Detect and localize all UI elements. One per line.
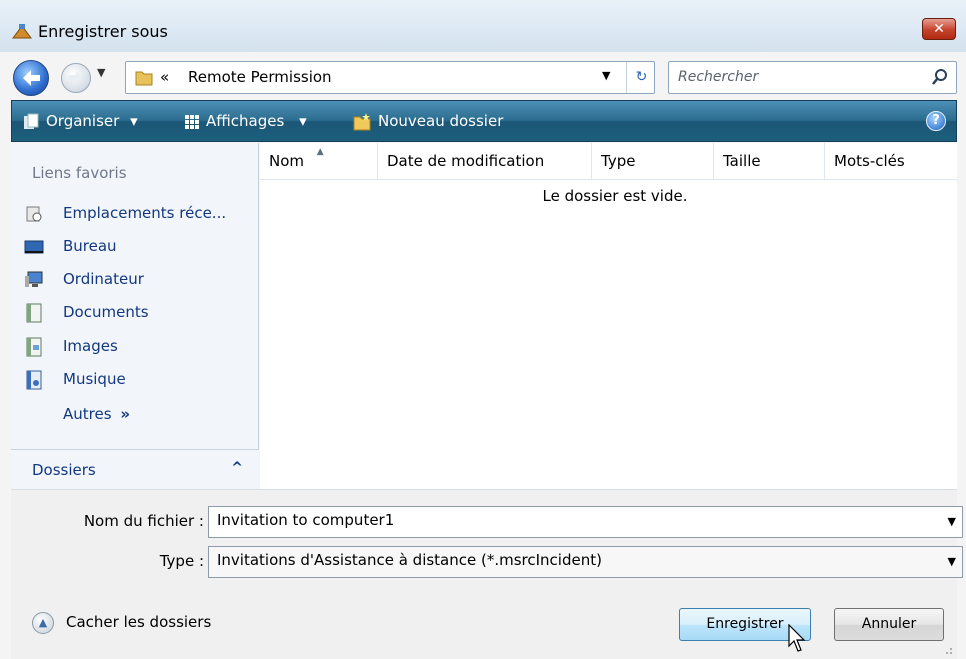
- back-arrow-icon: [23, 70, 40, 86]
- more-links-label: Autres: [63, 405, 112, 423]
- sort-ascending-icon: ▲: [316, 147, 324, 157]
- recent-places-icon: [26, 206, 42, 222]
- search-field[interactable]: Rechercher: [668, 61, 957, 94]
- pictures-icon: [26, 337, 42, 357]
- column-header-tags[interactable]: Mots-clés: [825, 143, 957, 180]
- search-icon[interactable]: [930, 67, 950, 87]
- filename-field[interactable]: Invitation to computer1 ▼: [208, 506, 963, 538]
- views-label: Affichages: [206, 112, 285, 130]
- new-folder-button[interactable]: Nouveau dossier: [352, 101, 503, 141]
- folders-toggle[interactable]: Dossiers ^: [11, 449, 259, 489]
- double-chevron-icon: »: [120, 405, 131, 423]
- forward-button[interactable]: [61, 63, 91, 93]
- window-title: Enregistrer sous: [38, 22, 168, 41]
- close-button[interactable]: ✕: [922, 18, 956, 40]
- chevron-down-icon: ▾: [130, 112, 138, 130]
- column-header-label: Taille: [723, 152, 761, 170]
- refresh-icon: ↻: [635, 69, 648, 85]
- column-header-date[interactable]: Date de modification: [378, 143, 592, 180]
- help-icon[interactable]: ?: [926, 111, 946, 131]
- column-header-label: Type: [601, 152, 636, 170]
- cancel-button[interactable]: Annuler: [834, 608, 944, 641]
- type-label: Type :: [159, 552, 204, 570]
- hide-folders-label: Cacher les dossiers: [66, 613, 212, 631]
- organize-icon: [24, 113, 39, 129]
- refresh-button[interactable]: ↻: [626, 62, 656, 93]
- sidebar-item-computer[interactable]: Ordinateur: [11, 266, 259, 296]
- sidebar-item-label: Emplacements réce...: [63, 204, 227, 222]
- chevron-up-circle-icon: ▲: [32, 612, 54, 634]
- column-header-label: Date de modification: [387, 152, 545, 170]
- sidebar-item-label: Musique: [63, 370, 126, 388]
- new-folder-label: Nouveau dossier: [378, 112, 504, 130]
- file-type-value: Invitations d'Assistance à distance (*.m…: [217, 551, 602, 569]
- sidebar-item-pictures[interactable]: Images: [11, 333, 259, 363]
- filename-label: Nom du fichier :: [83, 512, 204, 530]
- file-list[interactable]: Nom ▲ Date de modification Type Taille M…: [260, 143, 957, 489]
- chevron-up-icon: ^: [231, 460, 243, 476]
- desktop-icon: [24, 240, 44, 254]
- sidebar-item-recent-places[interactable]: Emplacements réce...: [11, 200, 259, 230]
- close-icon: ✕: [933, 21, 945, 37]
- chevron-down-icon: ▼: [97, 66, 106, 79]
- sidebar-item-label: Bureau: [63, 237, 117, 255]
- folders-label: Dossiers: [32, 461, 96, 479]
- chevron-down-icon: ▾: [299, 112, 307, 130]
- navigation-pane: Liens favoris Emplacements réce... Burea…: [11, 143, 259, 489]
- views-menu[interactable]: Affichages ▾: [184, 101, 307, 141]
- file-type-select[interactable]: Invitations d'Assistance à distance (*.m…: [208, 546, 963, 578]
- column-header-label: Mots-clés: [834, 152, 905, 170]
- mouse-cursor-icon: [788, 624, 806, 652]
- chevron-down-icon: ▼: [947, 555, 956, 568]
- sidebar-item-documents[interactable]: Documents: [11, 299, 259, 329]
- documents-icon: [26, 303, 42, 323]
- computer-icon: [25, 271, 43, 287]
- recent-pages-dropdown[interactable]: ▼: [97, 66, 111, 80]
- favorites-heading: Liens favoris: [32, 164, 127, 182]
- column-header-size[interactable]: Taille: [714, 143, 825, 180]
- organize-menu[interactable]: Organiser ▾: [22, 101, 138, 141]
- breadcrumb-overflow[interactable]: «: [160, 68, 169, 86]
- views-grid-icon: [185, 114, 199, 129]
- sidebar-item-desktop[interactable]: Bureau: [11, 233, 259, 263]
- search-placeholder: Rechercher: [678, 69, 759, 85]
- filename-value: Invitation to computer1: [217, 511, 395, 529]
- chevron-down-icon[interactable]: ▼: [948, 515, 956, 528]
- back-button[interactable]: [13, 60, 49, 96]
- new-folder-icon: [353, 112, 371, 130]
- forward-arrow-icon: [69, 71, 83, 85]
- save-options-panel: Nom du fichier : Invitation to computer1…: [11, 489, 963, 659]
- column-headers: Nom ▲ Date de modification Type Taille M…: [260, 143, 957, 180]
- column-header-type[interactable]: Type: [592, 143, 714, 180]
- save-as-icon: [12, 24, 32, 39]
- sidebar-item-label: Ordinateur: [63, 270, 144, 288]
- resize-grip-icon[interactable]: [941, 643, 953, 655]
- column-header-label: Nom: [269, 152, 305, 170]
- breadcrumb-current[interactable]: Remote Permission: [188, 68, 332, 86]
- music-icon: [26, 370, 42, 390]
- organize-label: Organiser: [46, 112, 120, 130]
- address-dropdown-icon[interactable]: ▼: [602, 69, 610, 82]
- empty-folder-message: Le dossier est vide.: [542, 187, 688, 205]
- column-header-name[interactable]: Nom ▲: [260, 143, 378, 180]
- title-bar: Enregistrer sous ✕: [0, 0, 966, 52]
- more-links-button[interactable]: Autres »: [63, 405, 130, 423]
- folder-icon: [135, 71, 153, 86]
- sidebar-item-music[interactable]: Musique: [11, 366, 259, 396]
- sidebar-item-label: Images: [63, 337, 118, 355]
- command-toolbar: Organiser ▾ Affichages ▾ Nouveau dossier…: [11, 100, 957, 142]
- address-bar[interactable]: « Remote Permission ▼ ↻: [125, 61, 655, 94]
- sidebar-item-label: Documents: [63, 303, 149, 321]
